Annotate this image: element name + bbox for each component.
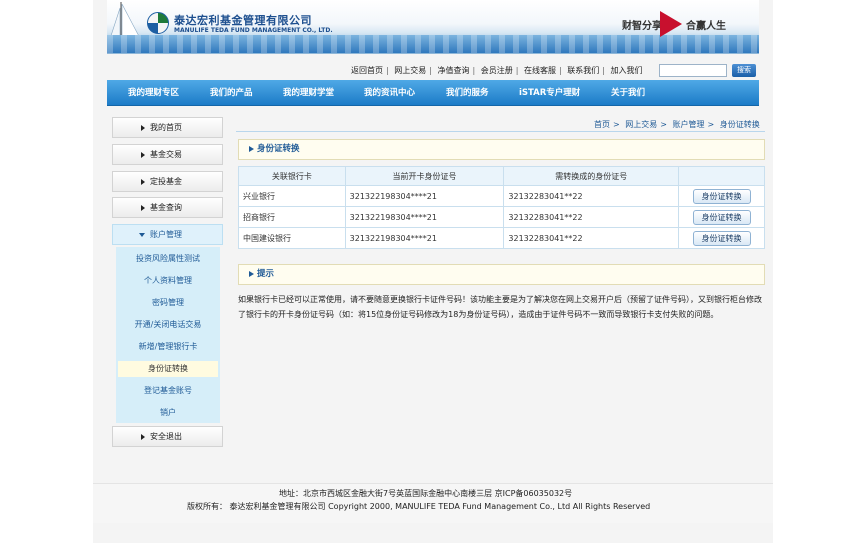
triangle-right-icon [141,434,145,440]
sidebar-item-account[interactable]: 账户管理 [112,224,223,245]
nav-item-products[interactable]: 我们的产品 [210,80,253,106]
search-input[interactable] [659,64,727,77]
slogan-arrow-icon [660,11,682,37]
arrow-right-icon [249,271,254,277]
top-link-online-trade[interactable]: 网上交易 [394,66,426,75]
section-header-id-convert: 身份证转换 [238,139,765,160]
table-row: 中国建设银行 321322198304****21 32132283041**2… [238,227,765,249]
cell-bank: 招商银行 [238,206,346,228]
page: 泰达宏利基金管理有限公司 MANULIFE TEDA FUND MANAGEME… [0,0,866,543]
submenu-item-phone-trade[interactable]: 开通/关闭电话交易 [118,317,218,333]
column-header-new-id: 需转换成的身份证号 [503,166,680,186]
company-name-en: MANULIFE TEDA FUND MANAGEMENT CO., LTD. [174,27,333,34]
section-title: 身份证转换 [257,144,300,154]
banner-sea [107,35,759,53]
top-link-join[interactable]: 加入我们 [611,66,643,75]
tip-title: 提示 [257,269,275,279]
breadcrumb: 首页 > 网上交易 > 账户管理 > 身份证转换 [594,120,760,129]
id-convert-button[interactable]: 身份证转换 [692,188,751,204]
sidebar-item-fund-query[interactable]: 基金查询 [112,197,223,218]
submenu-item-password[interactable]: 密码管理 [118,295,218,311]
cell-current-id: 321322198304****21 [344,206,505,228]
footer-address: 地址：北京市西城区金融大街7号英蓝国际金融中心南楼三层 京ICP备0603503… [279,489,573,498]
cell-new-id: 32132283041**22 [503,206,680,228]
id-convert-button[interactable]: 身份证转换 [692,209,751,225]
cell-action: 身份证转换 [678,227,765,249]
nav-item-services[interactable]: 我们的服务 [446,80,489,106]
sidebar-item-label: 基金查询 [150,203,182,212]
column-header-current-id: 当前开卡身份证号 [344,166,505,186]
sidebar-item-label: 账户管理 [150,230,182,239]
slogan-left: 财智分享 [622,21,662,32]
cell-new-id: 32132283041**22 [503,227,680,249]
arrow-right-icon [249,146,254,152]
triangle-right-icon [141,205,145,211]
search-button[interactable]: 搜索 [732,64,756,77]
main-nav: 我的理财专区 我们的产品 我的理财学堂 我的资讯中心 我们的服务 iSTAR专户… [107,80,759,106]
id-convert-button[interactable]: 身份证转换 [692,230,751,246]
breadcrumb-current: 身份证转换 [719,120,760,129]
sidebar-item-label: 基金交易 [150,150,182,159]
nav-item-finance-school[interactable]: 我的理财学堂 [283,80,334,106]
breadcrumb-account[interactable]: 账户管理 [673,120,705,129]
cell-action: 身份证转换 [678,185,765,207]
sidebar-item-label: 定投基金 [150,177,182,186]
table-row: 兴业银行 321322198304****21 32132283041**22 … [238,185,765,207]
company-logo-icon[interactable] [147,12,169,34]
company-name-cn[interactable]: 泰达宏利基金管理有限公司 [174,12,312,28]
left-margin [0,0,93,543]
top-links: 返回首页 | 网上交易 | 净值查询 | 会员注册 | 在线客服 | 联系我们 | 加入我们 [351,66,643,75]
cell-bank: 兴业银行 [238,185,346,207]
sidebar-item-fixed-invest[interactable]: 定投基金 [112,171,223,192]
submenu-item-close-account[interactable]: 销户 [118,405,218,421]
id-convert-table: 关联银行卡 当前开卡身份证号 需转换成的身份证号 兴业银行 3213221983… [238,166,765,249]
sidebar-item-label: 我的首页 [150,123,182,132]
submenu-item-profile[interactable]: 个人资料管理 [118,273,218,289]
triangle-down-icon [139,233,145,237]
cell-bank: 中国建设银行 [238,227,346,249]
cell-current-id: 321322198304****21 [344,227,505,249]
submenu-item-bank-card[interactable]: 新增/管理银行卡 [118,339,218,355]
submenu-item-id-convert[interactable]: 身份证转换 [118,361,218,377]
column-header-bank: 关联银行卡 [238,166,346,186]
cell-new-id: 32132283041**22 [503,185,680,207]
triangle-right-icon [141,152,145,158]
slogan-right: 合赢人生 [686,21,726,32]
cell-current-id: 321322198304****21 [344,185,505,207]
footer-copyright: 版权所有： 泰达宏利基金管理有限公司 Copyright 2000, MANUL… [187,502,651,511]
column-header-action [678,166,765,186]
nav-item-about[interactable]: 关于我们 [611,80,645,106]
top-link-nav-query[interactable]: 净值查询 [438,66,470,75]
table-header-row: 关联银行卡 当前开卡身份证号 需转换成的身份证号 [238,166,765,186]
cell-action: 身份证转换 [678,206,765,228]
divider [236,131,765,132]
top-link-contact[interactable]: 联系我们 [567,66,599,75]
section-header-tip: 提示 [238,264,765,285]
top-link-online-service[interactable]: 在线客服 [524,66,556,75]
submenu-item-register-fund[interactable]: 登记基金账号 [118,383,218,399]
sidebar-item-fund-trade[interactable]: 基金交易 [112,144,223,165]
top-link-home[interactable]: 返回首页 [351,66,383,75]
breadcrumb-online-trade[interactable]: 网上交易 [625,120,657,129]
breadcrumb-home[interactable]: 首页 [594,120,610,129]
sidebar-item-logout[interactable]: 安全退出 [112,426,223,447]
triangle-right-icon [141,125,145,131]
nav-item-istar[interactable]: iSTAR专户理财 [519,80,580,106]
table-row: 招商银行 321322198304****21 32132283041**22 … [238,206,765,228]
right-margin [773,0,866,543]
top-link-register[interactable]: 会员注册 [481,66,513,75]
nav-item-my-finance[interactable]: 我的理财专区 [128,80,179,106]
sidebar-item-label: 安全退出 [150,432,182,441]
triangle-right-icon [141,179,145,185]
tip-text: 如果银行卡已经可以正常使用，请不要随意更换银行卡证件号码！该功能主要是为了解决您… [238,295,762,319]
nav-item-info-center[interactable]: 我的资讯中心 [364,80,415,106]
sidebar-item-home[interactable]: 我的首页 [112,117,223,138]
submenu-item-risk-test[interactable]: 投资风险属性测试 [118,251,218,267]
